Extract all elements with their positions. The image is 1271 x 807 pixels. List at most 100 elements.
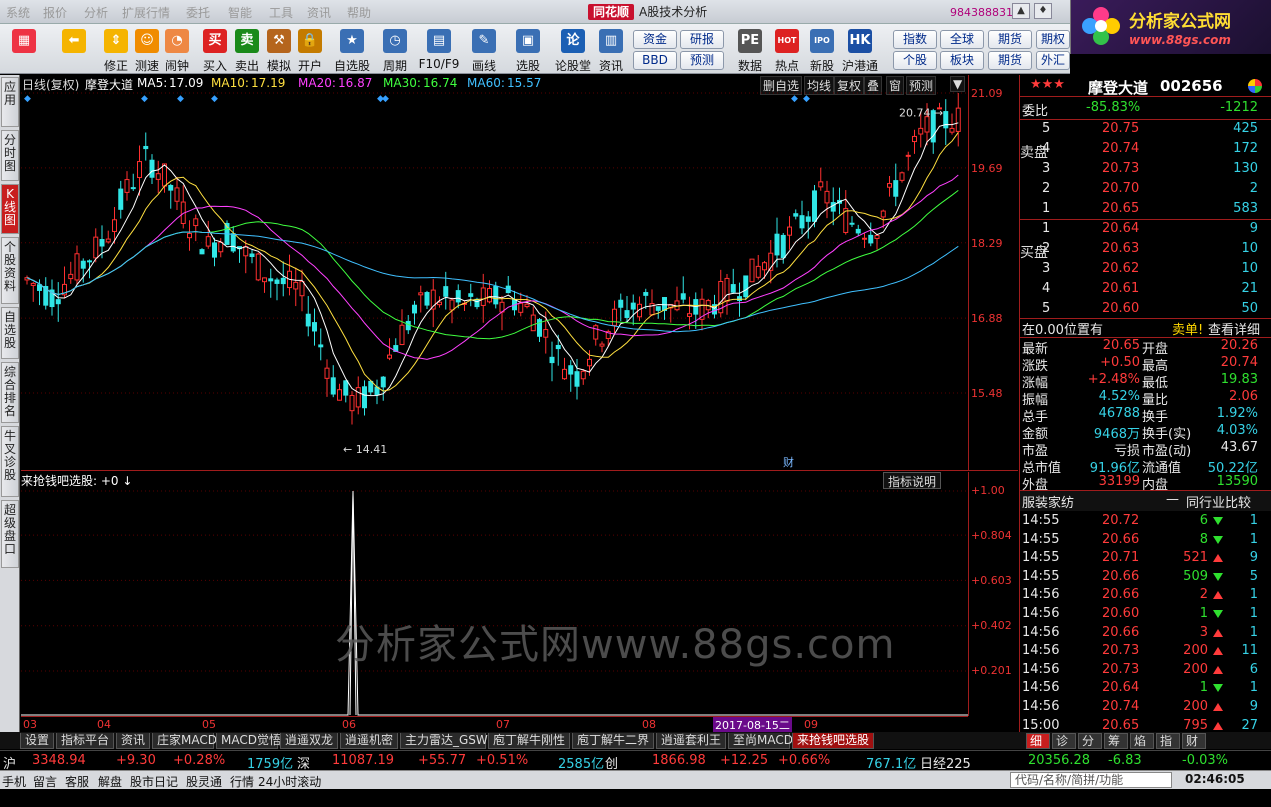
toolbar-pill[interactable]: 板块	[940, 51, 984, 70]
toolbar-pill[interactable]: 期权	[1036, 30, 1070, 49]
toolbar-pill[interactable]: 期货	[988, 51, 1032, 70]
toolbar-pill[interactable]: 预测	[680, 51, 724, 70]
left-tab-2[interactable]: K线图	[1, 184, 19, 234]
event-marker-icon[interactable]: ◆	[382, 94, 389, 104]
toolbar-button-8[interactable]: 🔒 开户	[295, 26, 325, 73]
menu-item[interactable]: 分析	[84, 4, 108, 21]
left-tab-0[interactable]: 应用	[1, 77, 19, 127]
toolbar-button-7[interactable]: ⚒ 模拟	[264, 26, 294, 73]
indicator-tab-8[interactable]: 庖丁解牛刚性	[488, 733, 570, 749]
toolbar-pill[interactable]: 研报	[680, 30, 724, 49]
industry-compare[interactable]: 同行业比较	[1186, 492, 1251, 511]
toolbar-pill[interactable]: 外汇	[1036, 51, 1070, 70]
left-tab-7[interactable]: 超级盘口	[1, 500, 19, 568]
indicator-name[interactable]: 来抢钱吧选股	[21, 474, 93, 488]
toolbar-button-3[interactable]: ☺ 测速	[133, 26, 161, 73]
menu-item[interactable]: 委托	[186, 4, 210, 21]
event-marker-icon[interactable]: ◆	[141, 94, 148, 104]
detail-link[interactable]: 查看详细	[1208, 319, 1260, 338]
indicator-tab-1[interactable]: 指标平台	[56, 733, 114, 749]
taskbar-item-0[interactable]: 手机	[2, 773, 26, 790]
left-tab-5[interactable]: 综合排名	[1, 362, 19, 423]
menu-item[interactable]: 帮助	[347, 4, 371, 21]
toolbar-button-15[interactable]: ▥ 资讯	[596, 26, 626, 73]
detail-tab-6[interactable]: 财	[1182, 733, 1206, 749]
toolbar-button-11[interactable]: ▤ F10/F9	[418, 26, 460, 72]
toolbar-button-1[interactable]: ⬅	[52, 26, 96, 72]
indicator-chart[interactable]	[21, 490, 968, 716]
toolbar-button-12[interactable]: ✎ 画线	[466, 26, 502, 73]
toolbar-button-9[interactable]: ★ 自选股	[332, 26, 372, 73]
toolbar-pill[interactable]: 指数	[893, 30, 937, 49]
chart-dropdown-icon[interactable]: ▼	[950, 76, 966, 92]
detail-tab-4[interactable]: 焰	[1130, 733, 1154, 749]
indicator-tab-9[interactable]: 庖丁解牛二界	[572, 733, 654, 749]
toolbar-button-18[interactable]: IPO 新股	[807, 26, 837, 73]
detail-tab-0[interactable]: 细	[1026, 733, 1050, 749]
toolbar-pill[interactable]: 全球	[940, 30, 984, 49]
toolbar-button-16[interactable]: PE 数据	[735, 26, 765, 73]
detail-tab-5[interactable]: 指	[1156, 733, 1180, 749]
taskbar-item-1[interactable]: 留言	[33, 773, 57, 790]
event-marker-icon[interactable]: ◆	[803, 94, 810, 104]
toolbar-button-17[interactable]: HOT 热点	[772, 26, 802, 73]
indicator-tab-10[interactable]: 逍遥套利王	[656, 733, 726, 749]
toolbar-button-0[interactable]: ▦	[6, 26, 42, 72]
taskbar-item-2[interactable]: 客服	[65, 773, 89, 790]
toolbar-button-10[interactable]: ◷ 周期	[376, 26, 414, 73]
taskbar-item-5[interactable]: 股灵通	[186, 773, 222, 790]
ask-volume: 130	[1233, 161, 1258, 176]
indicator-tab-11[interactable]: 至尚MACD	[728, 733, 793, 749]
menu-item[interactable]: 智能	[228, 4, 252, 21]
indicator-explain-button[interactable]: 指标说明	[883, 472, 942, 489]
period-label[interactable]: 日线(复权)	[22, 76, 79, 93]
indicator-tab-4[interactable]: MACD觉悟	[216, 733, 281, 749]
kline-chart[interactable]: 20.74 →← 14.41财◆ ◆ ◆ ◆ ◆◆ ◆ ◆	[21, 92, 968, 470]
menu-item[interactable]: 扩展行情	[122, 4, 170, 21]
toolbar-button-13[interactable]: ▣ 选股	[508, 26, 548, 73]
event-marker-icon[interactable]: ◆	[177, 94, 184, 104]
toolbar-button-19[interactable]: HK 沪港通	[842, 26, 878, 73]
menu-item[interactable]: 资讯	[307, 4, 331, 21]
candle-body	[762, 262, 767, 271]
pie-icon[interactable]	[1248, 79, 1262, 93]
detail-tab-1[interactable]: 诊	[1052, 733, 1076, 749]
shirt-icon[interactable]: ♦	[1034, 3, 1052, 19]
taskbar-item-4[interactable]: 股市日记	[130, 773, 178, 790]
toolbar-button-4[interactable]: ◔ 闹钟	[162, 26, 192, 73]
left-tab-6[interactable]: 牛叉诊股	[1, 426, 19, 497]
menu-item[interactable]: 工具	[269, 4, 293, 21]
left-tab-3[interactable]: 个股资料	[1, 237, 19, 304]
taskbar-item-6[interactable]: 行情	[230, 773, 254, 790]
detail-tab-3[interactable]: 筹	[1104, 733, 1128, 749]
toolbar-pill[interactable]: 期货	[988, 30, 1032, 49]
taskbar-item-7[interactable]: 24小时滚动	[258, 773, 321, 790]
indicator-tab-5[interactable]: 逍遥双龙	[280, 733, 338, 749]
indicator-tab-6[interactable]: 逍遥机密	[340, 733, 398, 749]
bell-icon[interactable]: ▲	[1012, 3, 1030, 19]
event-marker-icon[interactable]: ◆	[791, 94, 798, 104]
left-tab-4[interactable]: 自选股	[1, 307, 19, 359]
menu-item[interactable]: 报价	[43, 4, 67, 21]
taskbar-item-3[interactable]: 解盘	[98, 773, 122, 790]
indicator-tab-2[interactable]: 资讯	[116, 733, 150, 749]
indicator-tab-3[interactable]: 庄家MACD	[152, 733, 217, 749]
toolbar-pill[interactable]: BBD	[633, 51, 677, 70]
event-marker-icon[interactable]: ◆	[211, 94, 218, 104]
indicator-tab-0[interactable]: 设置	[20, 733, 54, 749]
toolbar-button-6[interactable]: 卖卖出	[232, 26, 262, 73]
search-input[interactable]: 代码/名称/简拼/功能	[1010, 772, 1172, 788]
event-marker-icon[interactable]: ◆	[24, 94, 31, 104]
industry-name[interactable]: 服装家纺	[1022, 492, 1074, 511]
toolbar-button-14[interactable]: 论论股堂	[553, 26, 593, 73]
toolbar-button-2[interactable]: ⇕ 修正	[102, 26, 130, 73]
cy-index: 1866.98	[652, 753, 706, 768]
toolbar-button-5[interactable]: 买买入	[200, 26, 230, 73]
indicator-tab-12[interactable]: 来抢钱吧选股	[792, 733, 874, 749]
menu-item[interactable]: 系统	[6, 4, 30, 21]
toolbar-pill[interactable]: 资金	[633, 30, 677, 49]
left-tab-1[interactable]: 分时图	[1, 130, 19, 181]
indicator-tab-7[interactable]: 主力雷达_GSW	[400, 733, 488, 749]
toolbar-pill[interactable]: 个股	[893, 51, 937, 70]
detail-tab-2[interactable]: 分	[1078, 733, 1102, 749]
